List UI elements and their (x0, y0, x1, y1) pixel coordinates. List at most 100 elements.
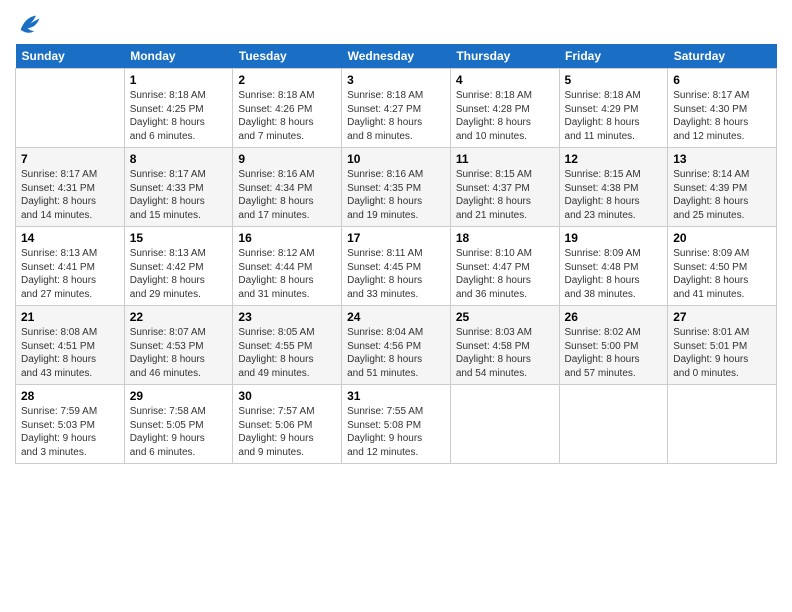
day-info: Sunrise: 8:17 AM Sunset: 4:30 PM Dayligh… (673, 89, 771, 143)
day-info: Sunrise: 7:59 AM Sunset: 5:03 PM Dayligh… (21, 405, 119, 459)
logo (15, 10, 47, 38)
calendar-cell: 10 Sunrise: 8:16 AM Sunset: 4:35 PM Dayli… (342, 148, 451, 227)
calendar-cell: 19Sunrise: 8:09 AM Sunset: 4:48 PM Dayli… (559, 227, 668, 306)
day-number: 30 (238, 389, 336, 403)
day-info: Sunrise: 7:58 AM Sunset: 5:05 PM Dayligh… (130, 405, 228, 459)
day-number: 20 (673, 231, 771, 245)
day-info: Sunrise: 8:14 AM Sunset: 4:39 PM Dayligh… (673, 168, 771, 222)
day-number: 22 (130, 310, 228, 324)
day-number: 10 (347, 152, 445, 166)
day-number: 18 (456, 231, 554, 245)
day-number: 16 (238, 231, 336, 245)
weekday-header-wednesday: Wednesday (342, 44, 451, 69)
day-info: Sunrise: 8:18 AM Sunset: 4:29 PM Dayligh… (565, 89, 663, 143)
weekday-header-friday: Friday (559, 44, 668, 69)
calendar-week-row: 1Sunrise: 8:18 AM Sunset: 4:25 PM Daylig… (16, 69, 777, 148)
day-number: 6 (673, 73, 771, 87)
calendar-cell: 24 Sunrise: 8:04 AM Sunset: 4:56 PM Dayli… (342, 306, 451, 385)
day-number: 25 (456, 310, 554, 324)
calendar-week-row: 21 Sunrise: 8:08 AM Sunset: 4:51 PM Dayli… (16, 306, 777, 385)
day-info: Sunrise: 8:10 AM Sunset: 4:47 PM Dayligh… (456, 247, 554, 301)
day-info: Sunrise: 8:15 AM Sunset: 4:37 PM Dayligh… (456, 168, 554, 222)
day-info: Sunrise: 8:02 AM Sunset: 5:00 PM Dayligh… (565, 326, 663, 380)
page-container: SundayMondayTuesdayWednesdayThursdayFrid… (0, 0, 792, 474)
calendar-cell: 21 Sunrise: 8:08 AM Sunset: 4:51 PM Dayli… (16, 306, 125, 385)
day-info: Sunrise: 7:55 AM Sunset: 5:08 PM Dayligh… (347, 405, 445, 459)
calendar-cell: 22 Sunrise: 8:07 AM Sunset: 4:53 PM Dayli… (124, 306, 233, 385)
weekday-header-saturday: Saturday (668, 44, 777, 69)
weekday-header-thursday: Thursday (450, 44, 559, 69)
calendar-cell: 14 Sunrise: 8:13 AM Sunset: 4:41 PM Dayli… (16, 227, 125, 306)
day-info: Sunrise: 8:18 AM Sunset: 4:26 PM Dayligh… (238, 89, 336, 143)
day-info: Sunrise: 8:13 AM Sunset: 4:42 PM Dayligh… (130, 247, 228, 301)
day-number: 8 (130, 152, 228, 166)
day-number: 23 (238, 310, 336, 324)
calendar-cell: 15Sunrise: 8:13 AM Sunset: 4:42 PM Dayli… (124, 227, 233, 306)
day-info: Sunrise: 8:17 AM Sunset: 4:33 PM Dayligh… (130, 168, 228, 222)
calendar-cell: 29Sunrise: 7:58 AM Sunset: 5:05 PM Dayli… (124, 385, 233, 464)
day-number: 14 (21, 231, 119, 245)
day-number: 2 (238, 73, 336, 87)
day-info: Sunrise: 8:01 AM Sunset: 5:01 PM Dayligh… (673, 326, 771, 380)
calendar-cell: 13 Sunrise: 8:14 AM Sunset: 4:39 PM Dayli… (668, 148, 777, 227)
day-info: Sunrise: 8:08 AM Sunset: 4:51 PM Dayligh… (21, 326, 119, 380)
header (15, 10, 777, 38)
calendar-cell: 18 Sunrise: 8:10 AM Sunset: 4:47 PM Dayli… (450, 227, 559, 306)
day-info: Sunrise: 8:05 AM Sunset: 4:55 PM Dayligh… (238, 326, 336, 380)
weekday-header-row: SundayMondayTuesdayWednesdayThursdayFrid… (16, 44, 777, 69)
day-info: Sunrise: 8:09 AM Sunset: 4:50 PM Dayligh… (673, 247, 771, 301)
calendar-week-row: 14 Sunrise: 8:13 AM Sunset: 4:41 PM Dayli… (16, 227, 777, 306)
day-number: 7 (21, 152, 119, 166)
calendar-cell (668, 385, 777, 464)
day-number: 21 (21, 310, 119, 324)
day-number: 1 (130, 73, 228, 87)
weekday-header-monday: Monday (124, 44, 233, 69)
calendar-cell: 7 Sunrise: 8:17 AM Sunset: 4:31 PM Daylig… (16, 148, 125, 227)
day-number: 31 (347, 389, 445, 403)
day-info: Sunrise: 8:03 AM Sunset: 4:58 PM Dayligh… (456, 326, 554, 380)
calendar-table: SundayMondayTuesdayWednesdayThursdayFrid… (15, 44, 777, 464)
weekday-header-tuesday: Tuesday (233, 44, 342, 69)
calendar-cell: 23 Sunrise: 8:05 AM Sunset: 4:55 PM Dayli… (233, 306, 342, 385)
day-info: Sunrise: 7:57 AM Sunset: 5:06 PM Dayligh… (238, 405, 336, 459)
day-info: Sunrise: 8:17 AM Sunset: 4:31 PM Dayligh… (21, 168, 119, 222)
day-info: Sunrise: 8:07 AM Sunset: 4:53 PM Dayligh… (130, 326, 228, 380)
calendar-cell: 28 Sunrise: 7:59 AM Sunset: 5:03 PM Dayli… (16, 385, 125, 464)
calendar-week-row: 7 Sunrise: 8:17 AM Sunset: 4:31 PM Daylig… (16, 148, 777, 227)
day-info: Sunrise: 8:16 AM Sunset: 4:35 PM Dayligh… (347, 168, 445, 222)
day-info: Sunrise: 8:13 AM Sunset: 4:41 PM Dayligh… (21, 247, 119, 301)
day-info: Sunrise: 8:16 AM Sunset: 4:34 PM Dayligh… (238, 168, 336, 222)
calendar-cell: 30 Sunrise: 7:57 AM Sunset: 5:06 PM Dayli… (233, 385, 342, 464)
calendar-cell: 16Sunrise: 8:12 AM Sunset: 4:44 PM Dayli… (233, 227, 342, 306)
day-info: Sunrise: 8:04 AM Sunset: 4:56 PM Dayligh… (347, 326, 445, 380)
calendar-cell: 31 Sunrise: 7:55 AM Sunset: 5:08 PM Dayli… (342, 385, 451, 464)
day-info: Sunrise: 8:15 AM Sunset: 4:38 PM Dayligh… (565, 168, 663, 222)
calendar-cell: 1Sunrise: 8:18 AM Sunset: 4:25 PM Daylig… (124, 69, 233, 148)
day-number: 5 (565, 73, 663, 87)
calendar-cell: 20 Sunrise: 8:09 AM Sunset: 4:50 PM Dayli… (668, 227, 777, 306)
day-number: 13 (673, 152, 771, 166)
day-number: 17 (347, 231, 445, 245)
calendar-cell: 26Sunrise: 8:02 AM Sunset: 5:00 PM Dayli… (559, 306, 668, 385)
calendar-cell: 11 Sunrise: 8:15 AM Sunset: 4:37 PM Dayli… (450, 148, 559, 227)
calendar-cell: 2 Sunrise: 8:18 AM Sunset: 4:26 PM Daylig… (233, 69, 342, 148)
calendar-cell: 17 Sunrise: 8:11 AM Sunset: 4:45 PM Dayli… (342, 227, 451, 306)
day-info: Sunrise: 8:11 AM Sunset: 4:45 PM Dayligh… (347, 247, 445, 301)
calendar-cell: 8 Sunrise: 8:17 AM Sunset: 4:33 PM Daylig… (124, 148, 233, 227)
calendar-cell: 12 Sunrise: 8:15 AM Sunset: 4:38 PM Dayli… (559, 148, 668, 227)
day-number: 28 (21, 389, 119, 403)
day-number: 12 (565, 152, 663, 166)
day-info: Sunrise: 8:18 AM Sunset: 4:27 PM Dayligh… (347, 89, 445, 143)
day-number: 27 (673, 310, 771, 324)
calendar-cell (450, 385, 559, 464)
calendar-cell: 3Sunrise: 8:18 AM Sunset: 4:27 PM Daylig… (342, 69, 451, 148)
calendar-cell: 6 Sunrise: 8:17 AM Sunset: 4:30 PM Daylig… (668, 69, 777, 148)
calendar-week-row: 28 Sunrise: 7:59 AM Sunset: 5:03 PM Dayli… (16, 385, 777, 464)
day-number: 11 (456, 152, 554, 166)
calendar-cell: 9 Sunrise: 8:16 AM Sunset: 4:34 PM Daylig… (233, 148, 342, 227)
calendar-cell (559, 385, 668, 464)
day-number: 9 (238, 152, 336, 166)
calendar-cell: 27 Sunrise: 8:01 AM Sunset: 5:01 PM Dayli… (668, 306, 777, 385)
day-number: 24 (347, 310, 445, 324)
calendar-cell (16, 69, 125, 148)
